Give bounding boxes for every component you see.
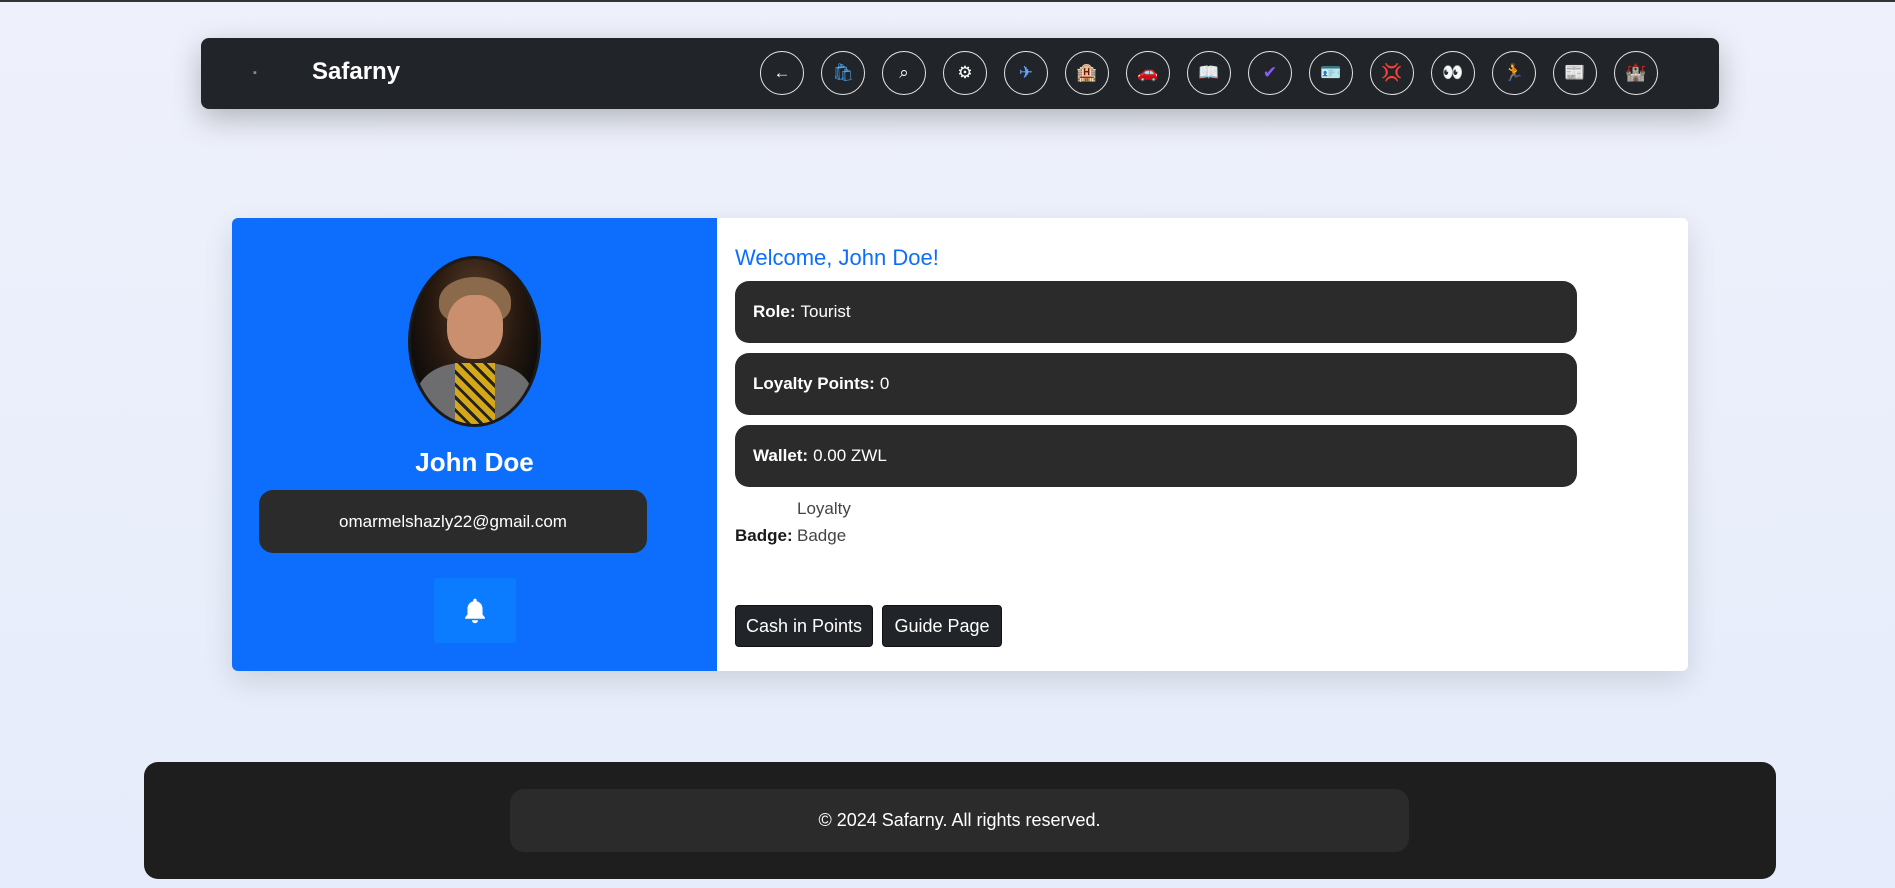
role-row: Role: Tourist — [735, 281, 1577, 343]
calendar-nav-button[interactable]: 📰 — [1553, 51, 1597, 95]
loyalty-points-label: Loyalty Points: — [753, 374, 875, 393]
book-icon: 📖 — [1198, 63, 1220, 82]
profile-email: omarmelshazly22@gmail.com — [259, 490, 647, 553]
wallet-value: 0.00 ZWL — [813, 446, 887, 465]
id-card-icon: 🪪 — [1320, 63, 1342, 82]
cash-in-points-button[interactable]: Cash in Points — [735, 605, 873, 647]
hotel-icon: 🏨 — [1076, 63, 1098, 82]
gear-icon: ⚙ — [957, 63, 973, 82]
gear-nav-button[interactable]: ⚙ — [943, 51, 987, 95]
search-icon: ⌕ — [899, 63, 909, 82]
hotel-nav-button[interactable]: 🏨 — [1065, 51, 1109, 95]
brand-logo[interactable]: ▪ — [249, 66, 261, 80]
guide-page-button[interactable]: Guide Page — [882, 605, 1002, 647]
loyalty-points-row: Loyalty Points: 0 — [735, 353, 1577, 415]
avatar — [408, 256, 541, 427]
profile-sidebar: John Doe omarmelshazly22@gmail.com — [232, 218, 717, 671]
badge-label: Badge: — [735, 526, 793, 545]
wallet-row: Wallet: 0.00 ZWL — [735, 425, 1577, 487]
calendar-icon: 📰 — [1564, 63, 1586, 82]
checkmark-nav-button[interactable]: ✔ — [1248, 51, 1292, 95]
shopping-bags-icon: 🛍 — [832, 63, 854, 82]
castle-nav-button[interactable]: 🏰 — [1614, 51, 1658, 95]
eyes-nav-button[interactable]: 👀 — [1431, 51, 1475, 95]
shopping-bags-nav-button[interactable]: 🛍 — [821, 51, 865, 95]
car-icon: 🚗 — [1137, 63, 1159, 82]
eyes-icon: 👀 — [1442, 63, 1464, 82]
top-border — [0, 0, 1895, 2]
id-card-nav-button[interactable]: 🪪 — [1309, 51, 1353, 95]
complaint-nav-button[interactable]: 💢 — [1370, 51, 1414, 95]
profile-card: John Doe omarmelshazly22@gmail.com Welco… — [232, 218, 1688, 671]
role-label: Role: — [753, 302, 796, 321]
loyalty-points-value: 0 — [879, 374, 890, 393]
role-value: Tourist — [800, 302, 851, 321]
car-nav-button[interactable]: 🚗 — [1126, 51, 1170, 95]
notifications-button[interactable] — [434, 578, 516, 643]
runner-nav-button[interactable]: 🏃 — [1492, 51, 1536, 95]
airplane-icon: ✈ — [1018, 63, 1034, 82]
footer-copyright: © 2024 Safarny. All rights reserved. — [510, 789, 1409, 852]
airplane-nav-button[interactable]: ✈ — [1004, 51, 1048, 95]
bell-icon — [465, 598, 485, 623]
footer: © 2024 Safarny. All rights reserved. — [144, 762, 1776, 879]
profile-name: John Doe — [415, 447, 534, 477]
welcome-heading: Welcome, John Doe! — [735, 245, 939, 270]
wallet-label: Wallet: — [753, 446, 809, 465]
runner-icon: 🏃 — [1503, 63, 1525, 82]
complaint-icon: 💢 — [1381, 63, 1403, 82]
loyalty-badge-image: Loyalty Badge — [797, 499, 851, 545]
castle-icon: 🏰 — [1625, 63, 1647, 82]
book-nav-button[interactable]: 📖 — [1187, 51, 1231, 95]
back-arrow-icon: ← — [773, 63, 791, 82]
nav-icon-bar: ← 🛍 ⌕ ⚙ ✈ 🏨 🚗 📖 ✔ 🪪 💢 👀 🏃 📰 🏰 — [760, 51, 1658, 95]
checkmark-icon: ✔ — [1262, 63, 1278, 82]
back-arrow-nav-button[interactable]: ← — [760, 51, 804, 95]
profile-details: Welcome, John Doe! Role: Tourist Loyalty… — [717, 218, 1688, 671]
search-nav-button[interactable]: ⌕ — [882, 51, 926, 95]
brand-name[interactable]: Safarny — [312, 58, 400, 86]
